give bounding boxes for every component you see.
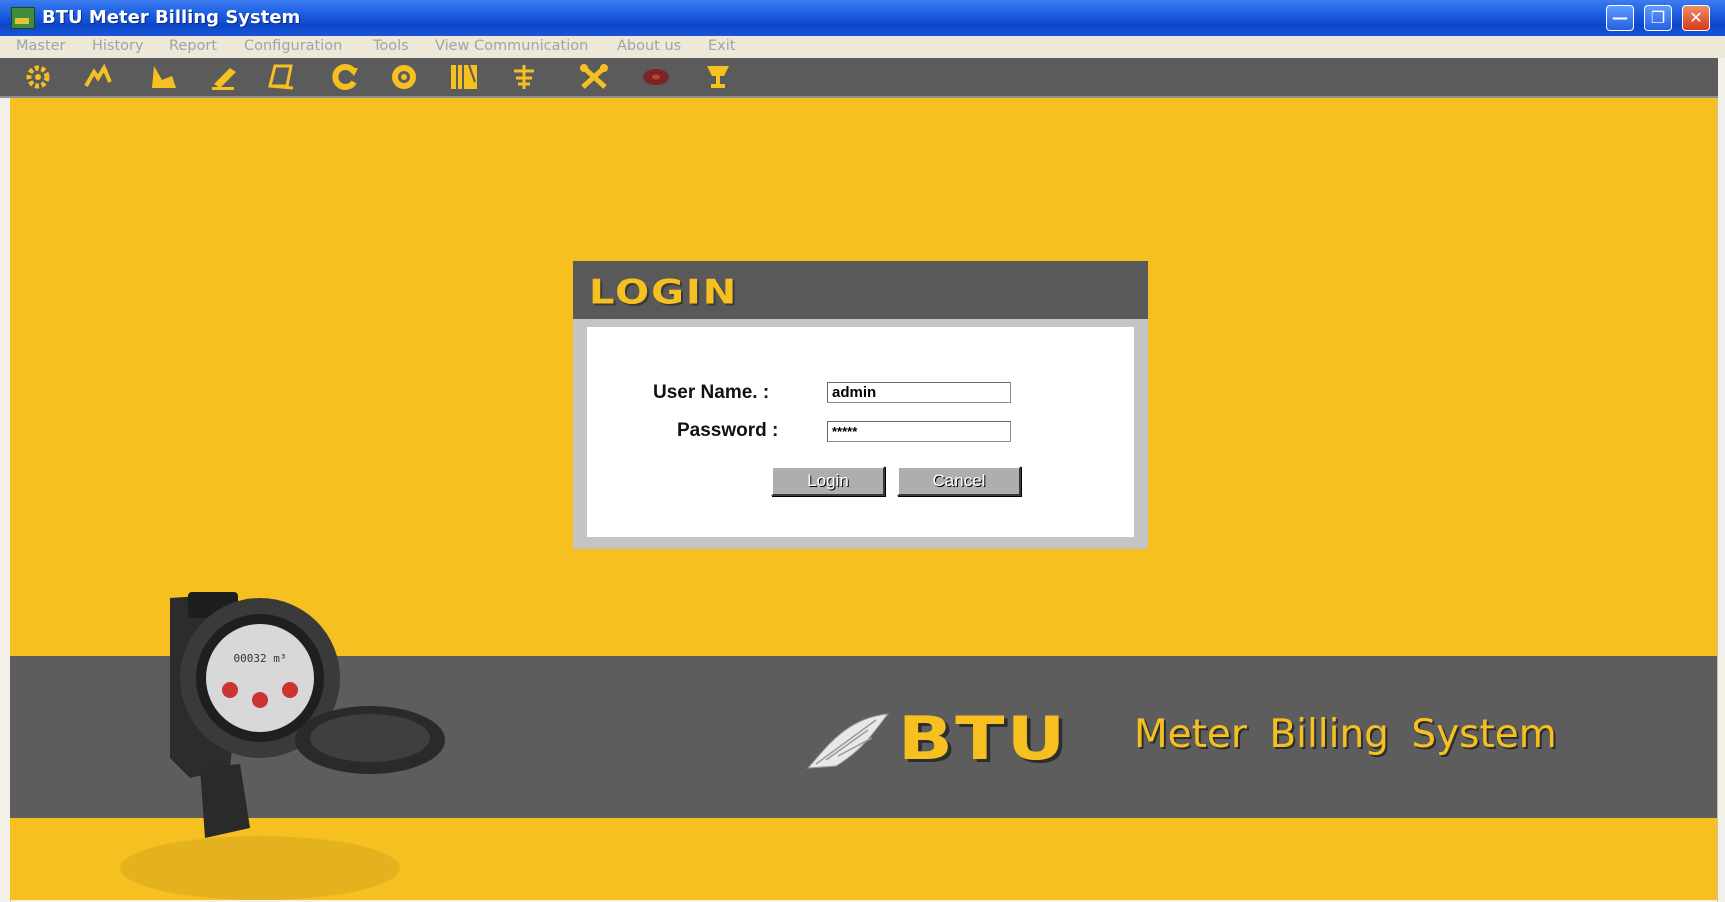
refresh-icon <box>332 64 358 90</box>
minimize-button[interactable]: — <box>1606 5 1634 31</box>
login-title: LOGIN <box>589 273 739 313</box>
toolbar-button-book[interactable] <box>265 62 297 92</box>
toolbar-button-gear[interactable] <box>22 62 54 92</box>
username-field[interactable]: admin <box>827 382 1011 403</box>
meter-dial-reading: 00032 m³ <box>234 652 287 665</box>
minimize-icon: — <box>1612 8 1628 27</box>
toolbar-button-refresh[interactable] <box>328 62 360 92</box>
dial-icon <box>392 65 416 89</box>
toolbar-button-pen[interactable] <box>208 62 240 92</box>
pen-icon <box>212 68 236 90</box>
book-icon <box>268 64 294 90</box>
records-icon <box>451 64 477 89</box>
menu-report[interactable]: Report <box>169 38 217 54</box>
toolbar-button-dial[interactable] <box>388 62 420 92</box>
username-label: User Name. : <box>653 382 770 403</box>
menu-exit[interactable]: Exit <box>708 38 735 54</box>
login-header: LOGIN <box>573 261 1148 319</box>
toolbar-button-tools[interactable] <box>578 62 610 92</box>
menu-view-communication[interactable]: View Communication <box>435 38 588 54</box>
cancel-button[interactable]: Cancel <box>897 466 1021 496</box>
window-border-right <box>1717 98 1725 902</box>
login-form: User Name. : admin Password : ***** Logi… <box>587 327 1134 537</box>
restore-icon: ❐ <box>1650 8 1666 27</box>
menu-history[interactable]: History <box>92 38 144 54</box>
toolbar-button-tree[interactable] <box>82 62 114 92</box>
menu-bar: Master History Report Configuration Tool… <box>0 36 1725 58</box>
title-bar[interactable]: BTU Meter Billing System — ❐ ✕ <box>0 0 1725 36</box>
chart-icon <box>152 66 176 88</box>
menu-configuration[interactable]: Configuration <box>244 38 342 54</box>
brand-tagline: Meter Billing System <box>1134 712 1557 757</box>
brand-btu-text: BTU <box>898 704 1068 774</box>
water-meter-image: 00032 m³ <box>120 592 445 900</box>
toolbar-button-disc[interactable] <box>640 62 672 92</box>
close-button[interactable]: ✕ <box>1682 5 1710 31</box>
feather-logo-icon <box>806 713 890 769</box>
trophy-icon <box>707 66 729 88</box>
app-icon <box>11 7 35 29</box>
password-label: Password : <box>677 420 779 441</box>
menu-master[interactable]: Master <box>16 38 66 54</box>
login-panel: LOGIN User Name. : admin Password : ****… <box>573 261 1148 549</box>
restore-button[interactable]: ❐ <box>1644 5 1672 31</box>
toolbar-button-chart[interactable] <box>148 62 180 92</box>
window-title: BTU Meter Billing System <box>42 7 301 28</box>
toolbar-button-trophy[interactable] <box>702 62 734 92</box>
close-icon: ✕ <box>1689 8 1703 27</box>
toolbar-button-records[interactable] <box>448 62 480 92</box>
password-field[interactable]: ***** <box>827 421 1011 442</box>
toolbar-button-settings[interactable] <box>508 62 540 92</box>
disc-icon <box>643 69 669 85</box>
menu-about-us[interactable]: About us <box>617 38 681 54</box>
settings-icon <box>514 65 534 89</box>
gear-icon <box>26 65 50 89</box>
tree-icon <box>84 63 112 87</box>
toolbar <box>0 58 1718 98</box>
tools-icon <box>580 64 608 89</box>
menu-tools[interactable]: Tools <box>373 38 409 54</box>
login-button[interactable]: Login <box>771 466 885 496</box>
